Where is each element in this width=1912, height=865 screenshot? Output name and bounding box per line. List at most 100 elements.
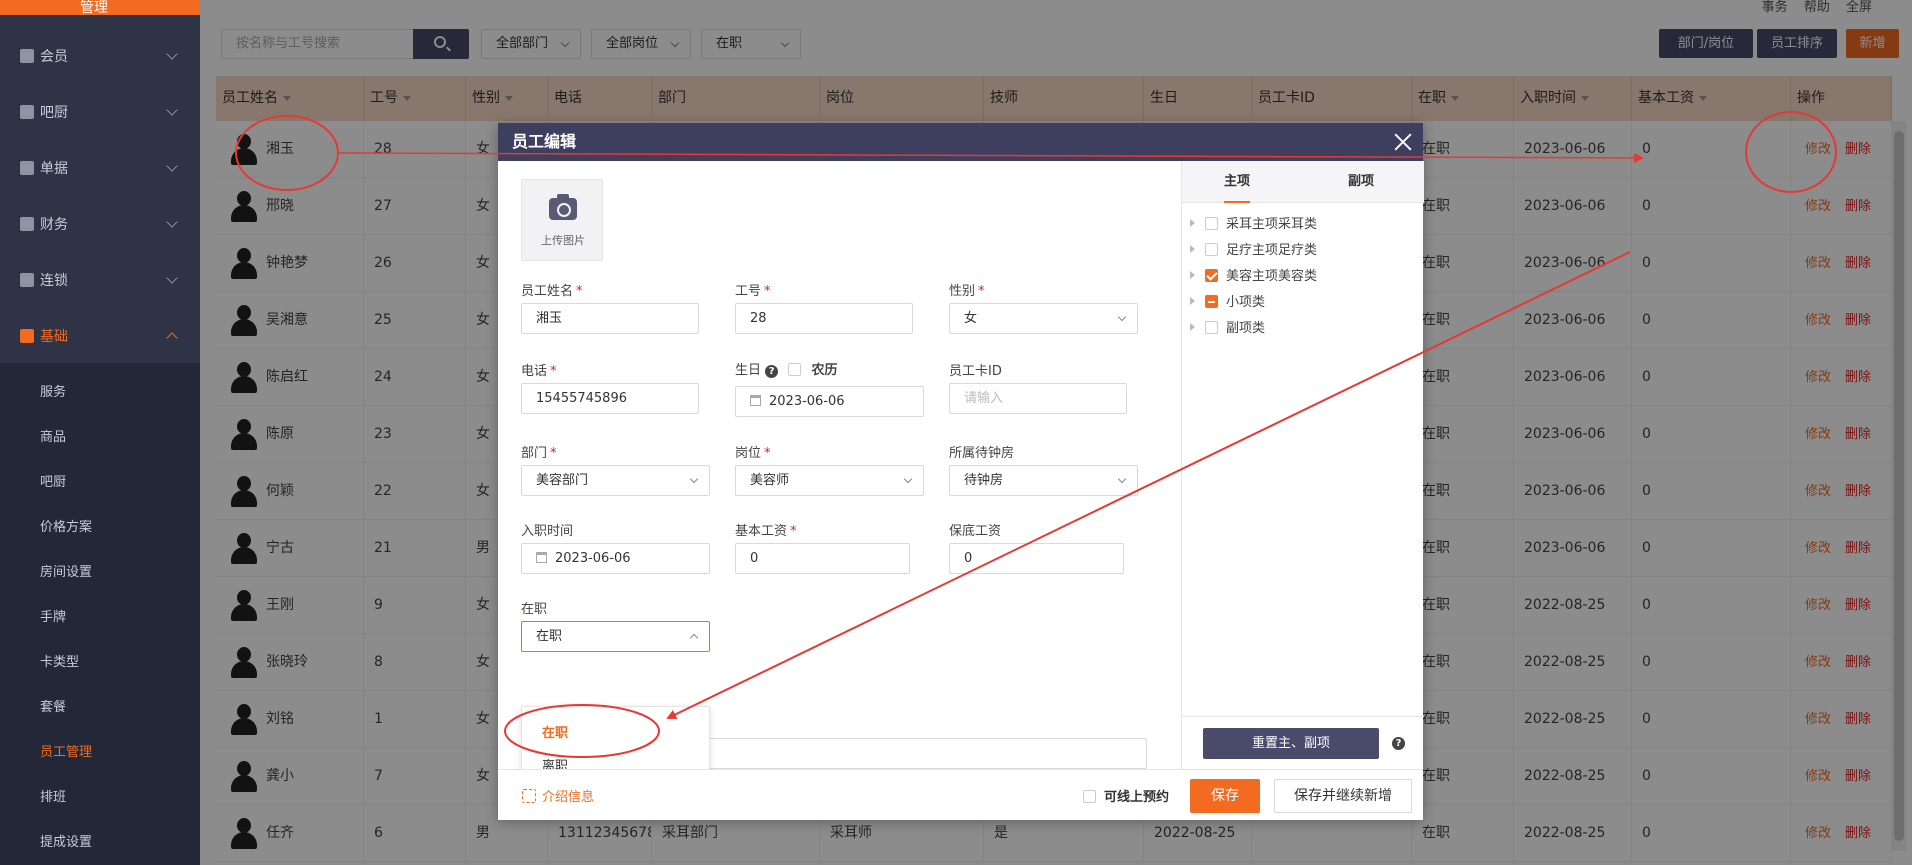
chevron-icon: [166, 104, 178, 116]
online-booking-checkbox[interactable]: [1083, 790, 1096, 803]
sidebar-item-1[interactable]: 商品: [40, 426, 66, 445]
base-salary-label: 基本工资 *: [735, 524, 797, 539]
position-select-value: 美容师: [750, 473, 790, 488]
position-select[interactable]: 美容师: [735, 465, 924, 496]
reset-items-button[interactable]: 重置主、副项: [1203, 728, 1379, 759]
department-select[interactable]: 美容部门: [521, 465, 710, 496]
intro-info-link[interactable]: 介绍信息: [522, 786, 594, 805]
chevron-down-icon: [903, 474, 913, 484]
sidebar-group-4[interactable]: 连锁: [0, 259, 200, 301]
card-id-field[interactable]: 请输入: [949, 383, 1127, 414]
save-button[interactable]: 保存: [1190, 779, 1260, 813]
id-field[interactable]: 28: [735, 303, 913, 334]
database-icon: [20, 329, 34, 343]
caret-right-icon[interactable]: [1190, 219, 1195, 227]
tab-sub-items[interactable]: 副项: [1348, 161, 1374, 203]
waiting-room-select[interactable]: 待钟房: [949, 465, 1138, 496]
position-label: 岗位 *: [735, 446, 771, 461]
sidebar-group-2[interactable]: 单据: [0, 147, 200, 189]
tree-item-label: 副项类: [1226, 321, 1266, 336]
caret-right-icon[interactable]: [1190, 245, 1195, 253]
sidebar-group-label: 会员: [40, 49, 68, 65]
sidebar-item-6[interactable]: 卡类型: [40, 651, 79, 670]
waiting-room-value: 待钟房: [964, 473, 1004, 488]
help-icon[interactable]: ?: [1392, 737, 1405, 750]
dialog-form: 上传图片 员工姓名 * 湘玉 工号 * 28 性别 * 女 电话 * 154557458…: [498, 161, 1181, 786]
sidebar-group-1[interactable]: 吧厨: [0, 91, 200, 133]
sidebar-item-8[interactable]: 员工管理: [40, 741, 92, 760]
department-label: 部门 *: [521, 446, 557, 461]
card-id-label: 员工卡ID: [949, 364, 1002, 379]
sidebar-group-label: 连锁: [40, 273, 68, 289]
sidebar-item-3[interactable]: 价格方案: [40, 516, 92, 535]
tree-checkbox[interactable]: [1205, 243, 1218, 256]
tab-main-items[interactable]: 主项: [1224, 161, 1251, 203]
caret-right-icon[interactable]: [1190, 297, 1195, 305]
base-salary-field[interactable]: 0: [735, 543, 910, 574]
department-select-value: 美容部门: [536, 473, 589, 488]
online-booking-label: 可线上预约: [1104, 790, 1170, 805]
tree-item[interactable]: 小项类: [1190, 291, 1265, 310]
help-icon[interactable]: ?: [765, 365, 779, 378]
upload-photo-label: 上传图片: [541, 234, 585, 247]
tree-checkbox[interactable]: [1205, 217, 1218, 230]
sidebar-item-10[interactable]: 提成设置: [40, 831, 92, 850]
sidebar-group-label: 基础: [40, 329, 68, 345]
close-icon[interactable]: [1391, 130, 1415, 154]
tree-checkbox[interactable]: [1205, 321, 1218, 334]
tree-checkbox[interactable]: [1205, 269, 1218, 282]
birthday-label: 生日 ? 农历: [735, 363, 838, 378]
guarantee-salary-field[interactable]: 0: [949, 543, 1124, 574]
name-field[interactable]: 湘玉: [521, 303, 699, 334]
tree-item[interactable]: 副项类: [1190, 317, 1265, 336]
employment-status-select[interactable]: 在职: [521, 621, 710, 652]
tree-item[interactable]: 采耳主项采耳类: [1190, 213, 1317, 232]
sidebar-item-5[interactable]: 手牌: [40, 606, 66, 625]
sidebar-item-9[interactable]: 排班: [40, 786, 66, 805]
status-option-active[interactable]: 在职: [542, 722, 568, 741]
logo-text: 管理: [80, 0, 108, 16]
chain-icon: [20, 273, 34, 287]
chevron-down-icon: [689, 474, 699, 484]
birthday-field[interactable]: 2023-06-06: [735, 386, 924, 417]
gender-select-value: 女: [964, 311, 978, 326]
service-tabs: 主项 副项: [1182, 161, 1424, 203]
calendar-icon: [750, 395, 761, 406]
intro-info-label: 介绍信息: [542, 790, 595, 805]
online-booking-option[interactable]: 可线上预约: [1083, 786, 1169, 805]
tree-item[interactable]: 美容主项美容类: [1190, 265, 1317, 284]
sidebar-group-0[interactable]: 会员: [0, 35, 200, 77]
sidebar-group-5[interactable]: 基础: [0, 315, 200, 357]
sidebar-item-4[interactable]: 房间设置: [40, 561, 92, 580]
lunar-checkbox[interactable]: [788, 363, 802, 376]
tree-item-label: 美容主项美容类: [1226, 269, 1318, 284]
sidebar-item-0[interactable]: 服务: [40, 381, 66, 400]
employment-status-value: 在职: [536, 629, 563, 644]
tree-item-label: 小项类: [1226, 295, 1266, 310]
phone-field[interactable]: 15455745896: [521, 383, 699, 414]
caret-right-icon[interactable]: [1190, 271, 1195, 279]
employment-status-label: 在职: [521, 602, 548, 617]
caret-right-icon[interactable]: [1190, 323, 1195, 331]
chevron-up-icon: [689, 633, 699, 643]
sidebar-group-label: 单据: [40, 161, 68, 177]
tree-checkbox[interactable]: [1205, 295, 1218, 308]
chevron-icon: [166, 48, 178, 60]
sidebar-subnav: 服务商品吧厨价格方案房间设置手牌卡类型套餐员工管理排班提成设置: [0, 363, 200, 865]
joined-date-field[interactable]: 2023-06-06: [521, 543, 710, 574]
tree-item[interactable]: 足疗主项足疗类: [1190, 239, 1317, 258]
cup-icon: [20, 105, 34, 119]
sidebar-item-2[interactable]: 吧厨: [40, 471, 66, 490]
upload-photo-button[interactable]: 上传图片: [521, 179, 603, 261]
calendar-icon: [536, 552, 547, 563]
gender-select[interactable]: 女: [949, 303, 1138, 334]
sidebar-item-7[interactable]: 套餐: [40, 696, 66, 715]
sidebar-group-3[interactable]: 财务: [0, 203, 200, 245]
save-and-new-button[interactable]: 保存并继续新增: [1274, 779, 1412, 813]
birthday-value: 2023-06-06: [769, 394, 845, 409]
image-icon: [522, 789, 536, 803]
joined-date-value: 2023-06-06: [555, 551, 631, 566]
employee-edit-dialog: 员工编辑 上传图片 员工姓名 * 湘玉 工号 * 28 性别 * 女 电话 * 1545…: [498, 123, 1424, 820]
camera-icon: [549, 194, 577, 220]
logo-bar: 管理: [0, 0, 200, 15]
